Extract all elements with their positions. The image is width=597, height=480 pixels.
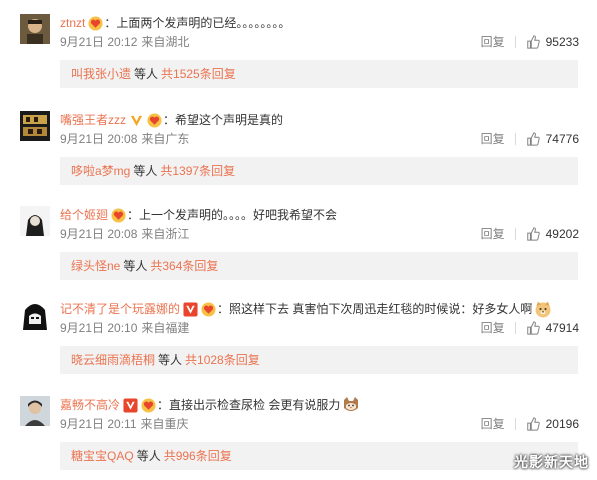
like-button[interactable]: 49202 (526, 225, 579, 243)
username-link[interactable]: 记不清了是个玩露娜的 (60, 300, 180, 318)
reply-count-link[interactable]: 共996条回复 (164, 449, 232, 463)
divider (514, 36, 516, 48)
reply-mid-text: 等人 (134, 67, 159, 81)
vip-heart-badge-icon[interactable] (111, 207, 126, 223)
like-button[interactable]: 74776 (526, 130, 579, 148)
username-link[interactable]: 嘉畅不高冷 (60, 396, 120, 414)
comment-item: ztnzt ：上面两个发声明的已经。。。。。。。。 9月21日 20:12 来自湖… (0, 14, 597, 108)
reply-summary: 晓云细雨滴梧桐 等人 共1028条回复 (60, 346, 578, 374)
reply-button[interactable]: 回复 (481, 415, 505, 433)
comment-item: 嘉畅不高冷 ：直接出示检查尿检 会更有说服力 9月21日 20:11 来自重庆 回… (0, 396, 597, 480)
like-count: 47914 (545, 321, 579, 335)
comment-date: 9月21日 20:10 (60, 321, 138, 335)
reply-button[interactable]: 回复 (481, 33, 505, 51)
vip-heart-badge-icon[interactable] (201, 301, 216, 317)
reply-user-link[interactable]: 晓云细雨滴梧桐 (71, 353, 155, 367)
thumbs-up-icon (526, 321, 540, 335)
reply-summary: 哆啦a梦mg 等人 共1397条回复 (60, 157, 578, 185)
divider (514, 228, 516, 240)
reply-summary: 叫我张小遗 等人 共1525条回复 (60, 60, 578, 88)
comment-text: ：上面两个发声明的已经。。。。。。。。 (104, 16, 291, 30)
vip-heart-badge-icon[interactable] (147, 112, 162, 128)
comment-source: 来自浙江 (141, 227, 190, 241)
comment-text: ：上一个发声明的。。。。好吧我希望不会 (127, 208, 338, 222)
like-button[interactable]: 95233 (526, 33, 579, 51)
watermark: 光影新天地 (514, 454, 589, 470)
like-count: 49202 (545, 227, 579, 241)
reply-mid-text: 等人 (158, 353, 183, 367)
comment-source: 来自广东 (141, 132, 190, 146)
doge-emoji-icon (534, 300, 552, 318)
comment-text: ：照这样下去 真害怕下次周迅走红毯的时候说：好多女人啊 (217, 302, 533, 316)
reply-user-link[interactable]: 叫我张小遗 (71, 67, 131, 81)
username-link[interactable]: ztnzt (60, 14, 85, 32)
reply-count-link[interactable]: 共364条回复 (150, 259, 218, 273)
thumbs-up-icon (526, 132, 540, 146)
thumbs-up-icon (526, 417, 540, 431)
comment-date: 9月21日 20:12 (60, 35, 138, 49)
comment-date: 9月21日 20:08 (60, 132, 138, 146)
comment-text: ：直接出示检查尿检 会更有说服力 (157, 398, 341, 412)
reply-count-link[interactable]: 共1525条回复 (161, 67, 236, 81)
like-button[interactable]: 20196 (526, 415, 579, 433)
avatar[interactable] (20, 206, 50, 236)
comment-source: 来自湖北 (141, 35, 190, 49)
divider (514, 133, 516, 145)
reply-count-link[interactable]: 共1028条回复 (185, 353, 260, 367)
comment-item: 给个姬廻 ：上一个发声明的。。。。好吧我希望不会 9月21日 20:08 来自浙江… (0, 206, 597, 300)
thumbs-up-icon (526, 227, 540, 241)
reply-user-link[interactable]: 糖宝宝QAQ (71, 449, 134, 463)
like-button[interactable]: 47914 (526, 319, 579, 337)
comment-date: 9月21日 20:08 (60, 227, 138, 241)
reply-button[interactable]: 回复 (481, 319, 505, 337)
username-link[interactable]: 给个姬廻 (60, 206, 108, 224)
comment-text: ：希望这个声明是真的 (163, 113, 284, 127)
avatar[interactable] (20, 111, 50, 141)
avatar[interactable] (20, 300, 50, 330)
reply-mid-text: 等人 (123, 259, 148, 273)
username-link[interactable]: 嘴强王者zzz (60, 111, 126, 129)
comment-date: 9月21日 20:11 (60, 417, 137, 431)
verified-v-badge-icon[interactable] (183, 301, 198, 317)
vip-heart-badge-icon[interactable] (88, 15, 103, 31)
reply-user-link[interactable]: 哆啦a梦mg (71, 164, 130, 178)
like-count: 74776 (545, 132, 579, 146)
reply-user-link[interactable]: 绿头怪ne (71, 259, 120, 273)
reply-summary: 绿头怪ne 等人 共364条回复 (60, 252, 578, 280)
reply-mid-text: 等人 (136, 449, 161, 463)
like-count: 20196 (545, 417, 579, 431)
thumbs-up-icon (526, 35, 540, 49)
like-count: 95233 (545, 35, 579, 49)
avatar[interactable] (20, 14, 50, 44)
reply-button[interactable]: 回复 (481, 130, 505, 148)
divider (514, 322, 516, 334)
comment-source: 来自福建 (141, 321, 190, 335)
verified-v-badge-icon[interactable] (129, 113, 144, 128)
comment-item: 嘴强王者zzz ：希望这个声明是真的 9月21日 20:08 来自广东 回复 74… (0, 111, 597, 205)
reply-button[interactable]: 回复 (481, 225, 505, 243)
verified-v-badge-icon[interactable] (123, 397, 138, 413)
comment-item: 记不清了是个玩露娜的 ：照这样下去 真害怕下次周迅走红毯的时候说：好多女人啊 9… (0, 300, 597, 394)
reply-mid-text: 等人 (133, 164, 158, 178)
avatar[interactable] (20, 396, 50, 426)
cat-emoji-icon (342, 396, 360, 414)
divider (514, 418, 516, 430)
comment-source: 来自重庆 (140, 417, 189, 431)
reply-count-link[interactable]: 共1397条回复 (160, 164, 235, 178)
reply-summary: 糖宝宝QAQ 等人 共996条回复 (60, 442, 578, 470)
vip-heart-badge-icon[interactable] (141, 397, 156, 413)
